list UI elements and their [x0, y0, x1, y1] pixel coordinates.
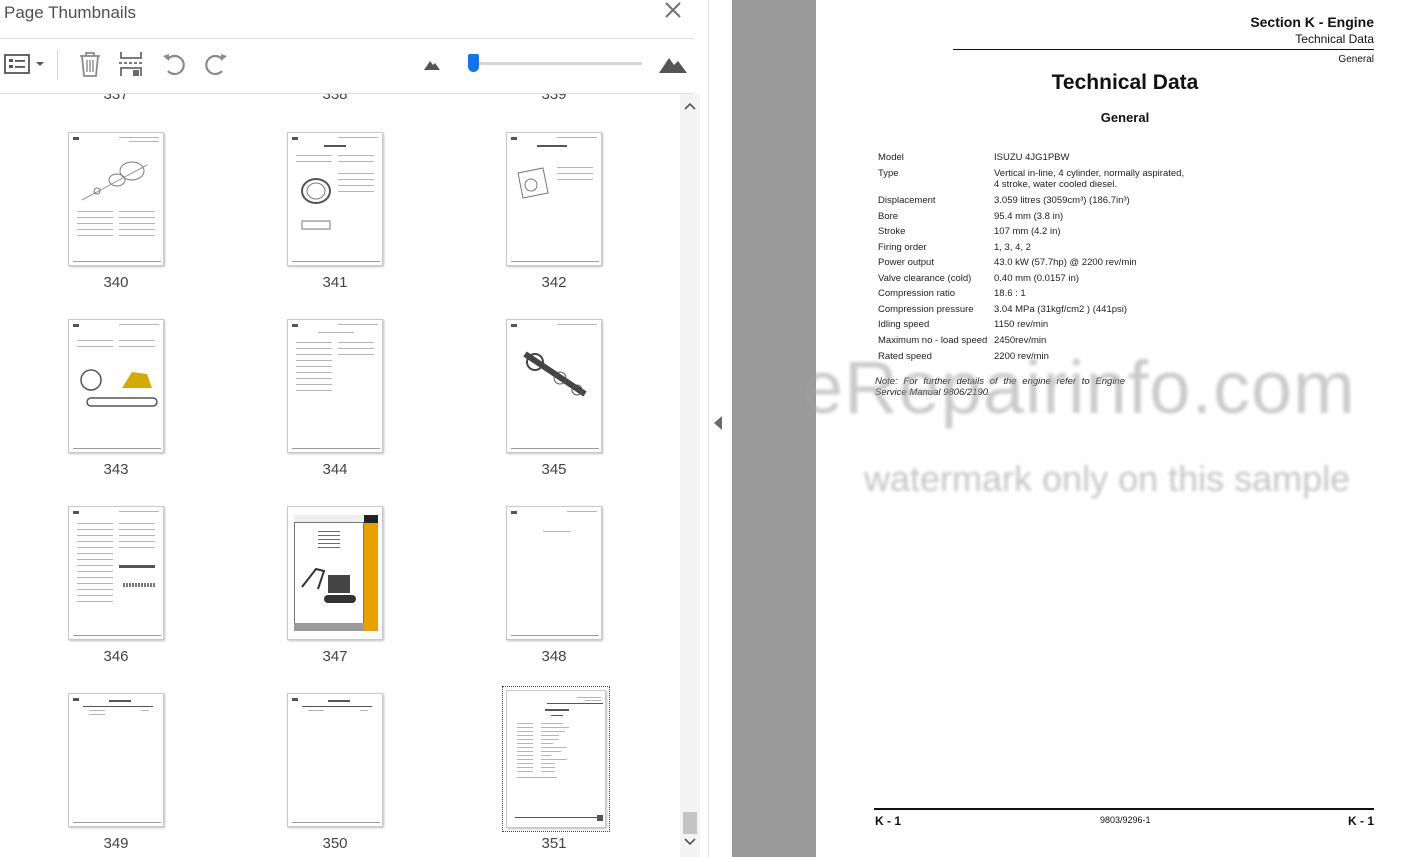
page-thumbnails-panel: Page Thumbnails 337 338 339 340 341 342 … — [0, 0, 708, 857]
trash-icon — [80, 52, 100, 77]
thumbnail-page-number: 341 — [322, 274, 348, 291]
page-thumbnail-350[interactable] — [287, 693, 383, 827]
watermark-sub: watermark only on this sample — [864, 458, 1351, 499]
spec-value: 0.40 mm (0.0157 in) — [994, 273, 1080, 284]
spec-value: 3.059 litres (3059cm³) (186.7in³) — [994, 195, 1130, 206]
delete-pages-button[interactable] — [74, 48, 106, 80]
spec-value: 43.0 kW (57.7hp) @ 2200 rev/min — [994, 257, 1137, 268]
spec-label: Power output — [878, 257, 934, 268]
scrollbar-thumb[interactable] — [683, 812, 697, 834]
spec-label: Firing order — [878, 242, 927, 253]
rotate-counterclockwise-button[interactable] — [158, 48, 190, 80]
spec-value: 95.4 mm (3.8 in) — [994, 211, 1064, 222]
scroll-down-icon[interactable] — [680, 836, 700, 850]
zoom-slider-handle[interactable] — [467, 54, 479, 72]
thumbnail-scrollbar[interactable] — [680, 94, 700, 857]
zoom-slider-track[interactable] — [470, 62, 642, 65]
document-page: Section K - Engine Technical Data Genera… — [802, 0, 1408, 857]
insert-pages-button[interactable] — [114, 48, 148, 80]
thumbnail-page-number: 347 — [322, 648, 348, 665]
page-thumbnail-347[interactable] — [287, 506, 383, 640]
zoom-out-button[interactable] — [420, 48, 444, 80]
divider — [0, 38, 694, 39]
scroll-up-icon[interactable] — [680, 100, 700, 114]
page-thumbnail-351-current[interactable] — [502, 686, 610, 832]
spec-label: Model — [878, 152, 904, 163]
large-mountain-icon — [659, 58, 687, 73]
spec-label: Compression pressure — [878, 304, 974, 315]
spec-value: 3.04 MPa (31kgf/cm2 ) (441psi) — [994, 304, 1128, 315]
thumbnail-page-number: 344 — [322, 461, 348, 478]
page-title: Technical Data — [1051, 71, 1199, 94]
footer-right: K - 1 — [1347, 814, 1374, 828]
spec-label: Displacement — [878, 195, 936, 206]
rotate-clockwise-button[interactable] — [200, 48, 232, 80]
page-thumbnail-346[interactable] — [68, 506, 164, 640]
page-thumbnail-341[interactable] — [287, 132, 383, 266]
thumbnail-page-number: 345 — [541, 461, 567, 478]
spec-label: Valve clearance (cold) — [878, 273, 972, 284]
page-thumbnail-342[interactable] — [506, 132, 602, 266]
footer-left: K - 1 — [875, 814, 902, 828]
spec-label: Idling speed — [878, 319, 930, 330]
page-thumbnail-343[interactable] — [68, 319, 164, 453]
page-thumbnail-348[interactable] — [506, 506, 602, 640]
spec-value: 107 mm (4.2 in) — [994, 226, 1061, 237]
spec-value-continued: 4 stroke, water cooled diesel. — [994, 179, 1118, 190]
panel-title: Page Thumbnails — [4, 3, 136, 22]
watermark-main: eRepairinfo.com — [802, 346, 1356, 429]
page-thumbnail-344[interactable] — [287, 319, 383, 453]
collapse-panel-icon[interactable] — [714, 416, 722, 430]
footer-doc-number: 9803/9296-1 — [1100, 815, 1151, 825]
insert-pages-icon — [119, 52, 143, 76]
spec-label: Compression ratio — [878, 288, 956, 299]
thumbnail-page-number: 340 — [103, 274, 129, 291]
spec-value: 18.6 : 1 — [994, 288, 1026, 299]
small-mountain-icon — [424, 61, 440, 70]
spec-value: ISUZU 4JG1PBW — [994, 152, 1070, 163]
thumbnail-options-button[interactable] — [2, 48, 46, 80]
thumbnail-page-number: 343 — [103, 461, 129, 478]
section-general: General — [1338, 54, 1374, 65]
close-icon[interactable] — [660, 0, 686, 26]
spec-value: 1, 3, 4, 2 — [994, 242, 1031, 253]
thumbnail-page-number: 339 — [541, 94, 567, 103]
section-title: Section K - Engine — [1250, 14, 1374, 30]
spec-label: Stroke — [878, 226, 906, 237]
thumbnail-page-number: 346 — [103, 648, 129, 665]
rotate-counterclockwise-icon — [163, 54, 185, 76]
spec-value: Vertical in-line, 4 cylinder, normally a… — [994, 168, 1185, 179]
page-subtitle: General — [1100, 110, 1150, 125]
thumbnail-grid[interactable]: 337 338 339 340 341 342 343 344 345 346 … — [0, 94, 680, 857]
page-thumbnail-345[interactable] — [506, 319, 602, 453]
header-rule — [953, 49, 1374, 50]
thumbnail-page-number: 351 — [541, 835, 567, 852]
spec-label: Type — [878, 168, 899, 179]
thumbnail-page-number: 350 — [322, 835, 348, 852]
spec-value: 1150 rev/min — [994, 319, 1049, 330]
spec-label: Bore — [878, 211, 899, 222]
page-thumbnail-340[interactable] — [68, 132, 164, 266]
thumbnail-options-icon — [4, 54, 44, 74]
thumbnail-page-number: 342 — [541, 274, 567, 291]
page-thumbnail-349[interactable] — [68, 693, 164, 827]
thumbnail-page-number: 337 — [103, 94, 129, 103]
toolbar-separator — [57, 50, 58, 80]
rotate-clockwise-icon — [205, 54, 227, 76]
thumbnail-page-number: 349 — [103, 835, 129, 852]
footer-rule — [874, 808, 1374, 810]
section-subtitle: Technical Data — [1295, 32, 1374, 46]
thumbnail-page-number: 348 — [541, 648, 567, 665]
thumbnail-page-number: 338 — [322, 94, 348, 103]
zoom-in-button[interactable] — [656, 48, 690, 80]
